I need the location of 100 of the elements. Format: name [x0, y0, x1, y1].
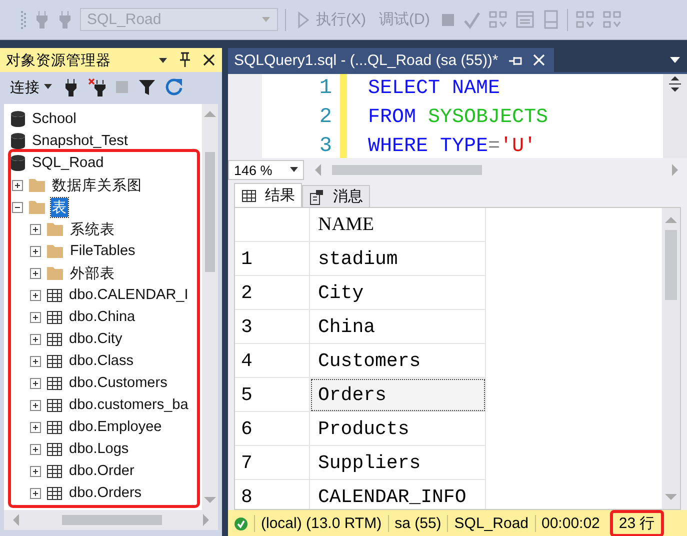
boxes-icon[interactable]	[574, 10, 595, 30]
tree-item[interactable]: dbo.customers_ba	[68, 397, 190, 413]
tree-item[interactable]: dbo.China	[68, 309, 136, 325]
scroll-right-icon[interactable]	[671, 163, 679, 177]
tree-item[interactable]: 表	[51, 198, 68, 216]
table-cell[interactable]: City	[310, 276, 486, 310]
result-tab[interactable]: 结果	[234, 183, 302, 207]
expand-icon[interactable]	[30, 246, 41, 256]
zoom-dropdown[interactable]: 146 %	[228, 160, 304, 180]
stop-icon[interactable]	[440, 12, 456, 28]
row-number: 4	[235, 344, 310, 378]
caret-icon	[290, 167, 298, 173]
row-number: 2	[235, 276, 310, 310]
tree-item[interactable]: dbo.Employee	[68, 419, 163, 435]
expand-icon[interactable]	[30, 488, 41, 498]
expand-icon[interactable]	[30, 400, 41, 410]
database-icon	[10, 110, 26, 128]
device-icon[interactable]	[542, 10, 560, 30]
expand-icon[interactable]	[30, 224, 41, 234]
table-cell[interactable]: China	[310, 310, 486, 344]
expand-icon[interactable]	[30, 268, 41, 278]
expand-icon[interactable]	[30, 466, 41, 476]
pin-icon[interactable]	[177, 52, 193, 68]
scroll-left-icon[interactable]	[314, 163, 322, 177]
scroll-up-icon[interactable]	[203, 110, 217, 118]
collapse-icon[interactable]	[12, 202, 23, 212]
row-number: 3	[235, 310, 310, 344]
column-header[interactable]: NAME	[310, 208, 486, 242]
code-editor[interactable]: 1 2 3 SELECT NAME FROM SYSOBJECTS WHERE TYPE='U'	[228, 72, 687, 158]
scroll-down-icon[interactable]	[664, 493, 678, 501]
tree-item[interactable]: SQL_Road	[31, 155, 105, 171]
tree-item[interactable]: dbo.Customers	[68, 375, 168, 391]
line-number: 1	[318, 76, 332, 102]
boxes-icon[interactable]	[488, 10, 508, 30]
tree-item[interactable]: FileTables	[69, 243, 136, 259]
refresh-icon[interactable]	[165, 78, 183, 96]
code-line: FROM SYSOBJECTS	[368, 105, 550, 131]
filter-icon[interactable]	[138, 78, 156, 96]
tree-item[interactable]: 数据库关系图	[51, 176, 143, 194]
scroll-down-icon[interactable]	[203, 496, 217, 504]
tree-item[interactable]: dbo.Orders	[68, 485, 143, 501]
expand-icon[interactable]	[30, 356, 41, 366]
tree-item[interactable]: dbo.Class	[68, 353, 134, 369]
table-cell[interactable]: Products	[310, 412, 486, 446]
scroll-right-icon[interactable]	[202, 513, 210, 527]
table-icon	[46, 374, 63, 392]
grid-icon	[241, 188, 257, 204]
connected-icon	[234, 516, 248, 530]
status-text: 00:00:02	[534, 514, 606, 532]
expand-icon[interactable]	[12, 180, 23, 190]
panel-title: 对象资源管理器	[6, 52, 112, 70]
dropdown-icon[interactable]	[669, 56, 681, 64]
scroll-up-icon[interactable]	[664, 216, 678, 224]
result-tab[interactable]: 消息	[302, 185, 370, 207]
tree-item[interactable]: dbo.City	[68, 331, 124, 347]
tree-item[interactable]: Snapshot_Test	[31, 133, 129, 149]
scrollbar[interactable]	[202, 104, 218, 510]
tree-item[interactable]: dbo.Order	[68, 463, 136, 479]
grip-handle-icon[interactable]	[20, 10, 27, 30]
tab-title: SQLQuery1.sql - (...QL_Road (sa (55))*	[234, 52, 498, 68]
close-icon[interactable]	[202, 53, 216, 67]
code-line: WHERE TYPE='U'	[368, 134, 538, 158]
expand-icon[interactable]	[30, 422, 41, 432]
expand-icon[interactable]	[30, 444, 41, 454]
table-cell[interactable]: stadium	[310, 242, 486, 276]
table-icon	[46, 330, 63, 348]
scroll-thumb[interactable]	[665, 230, 677, 300]
tree-item[interactable]: 系统表	[69, 220, 116, 238]
dropdown-icon[interactable]	[158, 56, 168, 64]
connect-button[interactable]: 连接	[8, 78, 54, 96]
tree-item[interactable]: School	[31, 111, 78, 127]
expand-icon[interactable]	[30, 290, 41, 300]
tree-item[interactable]: dbo.Logs	[68, 441, 130, 457]
scroll-thumb[interactable]	[332, 165, 482, 175]
line-number: 3	[318, 134, 332, 160]
expand-icon[interactable]	[30, 334, 41, 344]
stop-icon[interactable]	[115, 80, 129, 94]
plug-icon[interactable]	[63, 78, 79, 96]
row-number: 7	[235, 446, 310, 480]
boxes-icon[interactable]	[602, 10, 622, 30]
scrollbar[interactable]	[662, 208, 680, 509]
scroll-thumb[interactable]	[62, 515, 162, 525]
split-icon[interactable]	[668, 76, 682, 92]
table-cell[interactable]: Suppliers	[310, 446, 486, 480]
scrollbar[interactable]	[4, 510, 218, 530]
window-icon[interactable]	[514, 10, 535, 30]
document-icon	[309, 188, 325, 204]
expand-icon[interactable]	[30, 378, 41, 388]
table-cell[interactable]: Orders	[310, 378, 486, 412]
expand-icon[interactable]	[30, 312, 41, 322]
database-icon	[10, 132, 26, 150]
scroll-left-icon[interactable]	[12, 513, 20, 527]
check-icon[interactable]	[462, 10, 481, 28]
scroll-thumb[interactable]	[205, 152, 215, 272]
table-icon	[46, 352, 63, 370]
tree-item[interactable]: 外部表	[69, 264, 116, 282]
disconnect-icon[interactable]	[88, 78, 106, 96]
document-tab[interactable]: SQLQuery1.sql - (...QL_Road (sa (55))*	[228, 48, 554, 72]
tree-item[interactable]: dbo.CALENDAR_I	[68, 287, 190, 303]
row-number: 1	[235, 242, 310, 276]
